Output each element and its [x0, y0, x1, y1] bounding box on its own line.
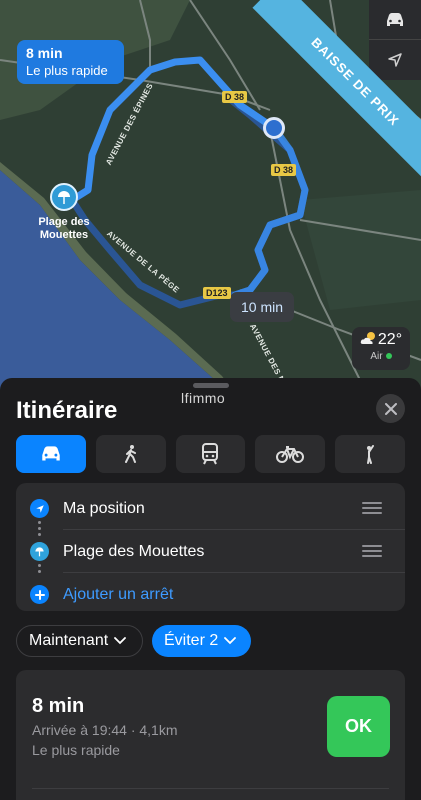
watermark-logo: lfimmo — [181, 390, 226, 406]
road-label-d38-2: D 38 — [271, 164, 297, 176]
stop-destination-label: Plage des Mouettes — [63, 543, 205, 560]
add-stop-button[interactable]: Ajouter un arrêt — [16, 573, 405, 616]
locate-button[interactable] — [369, 40, 421, 80]
departure-time-dropdown[interactable]: Maintenant — [16, 625, 143, 657]
person-hailing-icon — [367, 445, 375, 464]
plus-icon — [34, 589, 45, 600]
walking-person-icon — [124, 445, 136, 463]
route-option-arrival: Arrivée à 19:44 · 4,1km — [32, 722, 178, 738]
sheet-grabber[interactable] — [193, 383, 229, 388]
location-arrow-icon — [388, 53, 402, 67]
ok-button[interactable]: OK — [327, 696, 390, 757]
beach-umbrella-icon — [58, 191, 70, 204]
close-button[interactable] — [376, 394, 405, 423]
route-option-note: Le plus rapide — [32, 742, 120, 758]
air-quality-dot — [385, 353, 392, 360]
mode-transit[interactable] — [175, 435, 246, 473]
car-icon — [42, 446, 60, 461]
location-arrow-icon — [35, 504, 44, 513]
chevron-down-icon — [224, 637, 237, 645]
route-stops: Ma position Plage des Mouettes Ajouter u… — [16, 483, 405, 611]
road-label-d38: D 38 — [222, 91, 248, 103]
destination-label-line2: Mouettes — [39, 229, 89, 241]
add-stop-label: Ajouter un arrêt — [63, 586, 174, 603]
current-location-dot — [263, 117, 285, 139]
avoid-label: Éviter 2 — [164, 632, 219, 649]
card-divider — [32, 788, 389, 789]
departure-label: Maintenant — [29, 632, 109, 649]
destination-label-line1: Plage des — [38, 216, 90, 228]
avoid-dropdown[interactable]: Éviter 2 — [152, 625, 251, 657]
bicycle-icon — [276, 446, 305, 463]
car-icon — [387, 12, 403, 26]
air-quality-label: Air — [370, 351, 383, 362]
destination-label: Plage des Mouettes — [22, 216, 106, 242]
chevron-down-icon — [114, 637, 127, 645]
stop-origin[interactable]: Ma position — [16, 487, 405, 530]
map-mode-button[interactable] — [369, 0, 421, 40]
directions-sheet: lfimmo Itinéraire Ma position Plage des … — [0, 378, 421, 800]
map-controls — [369, 0, 421, 80]
reorder-handle[interactable] — [362, 545, 382, 557]
stop-origin-label: Ma position — [63, 500, 145, 517]
mode-bike[interactable] — [255, 435, 326, 473]
partly-cloudy-icon — [360, 332, 375, 344]
map-view[interactable]: 8 min Le plus rapide 10 min D 38 D 38 D1… — [0, 0, 421, 400]
close-icon — [384, 402, 397, 415]
weather-temp: 22° — [377, 331, 403, 348]
weather-widget[interactable]: 22° Air — [352, 327, 410, 370]
add-icon-wrap — [30, 585, 49, 604]
origin-icon-wrap — [30, 499, 49, 518]
mode-rideshare[interactable] — [335, 435, 405, 473]
reorder-handle[interactable] — [362, 502, 382, 514]
mode-car[interactable] — [16, 435, 86, 473]
alt-route-bubble[interactable]: 10 min — [230, 292, 294, 322]
road-label-d123: D123 — [203, 287, 231, 299]
train-icon — [202, 443, 219, 465]
route-time-bubble[interactable]: 8 min Le plus rapide — [17, 40, 124, 84]
route-time: 8 min — [26, 45, 63, 61]
transport-modes — [16, 435, 405, 473]
sheet-title: Itinéraire — [16, 397, 118, 424]
route-option-time: 8 min — [32, 695, 85, 717]
route-note: Le plus rapide — [26, 63, 108, 78]
mode-walk[interactable] — [95, 435, 166, 473]
stop-destination[interactable]: Plage des Mouettes — [16, 530, 405, 573]
route-option-card[interactable]: 8 min Arrivée à 19:44 · 4,1km Le plus ra… — [16, 670, 405, 800]
destination-icon-wrap — [30, 542, 49, 561]
destination-pin[interactable] — [50, 183, 78, 211]
beach-umbrella-icon — [35, 547, 44, 557]
